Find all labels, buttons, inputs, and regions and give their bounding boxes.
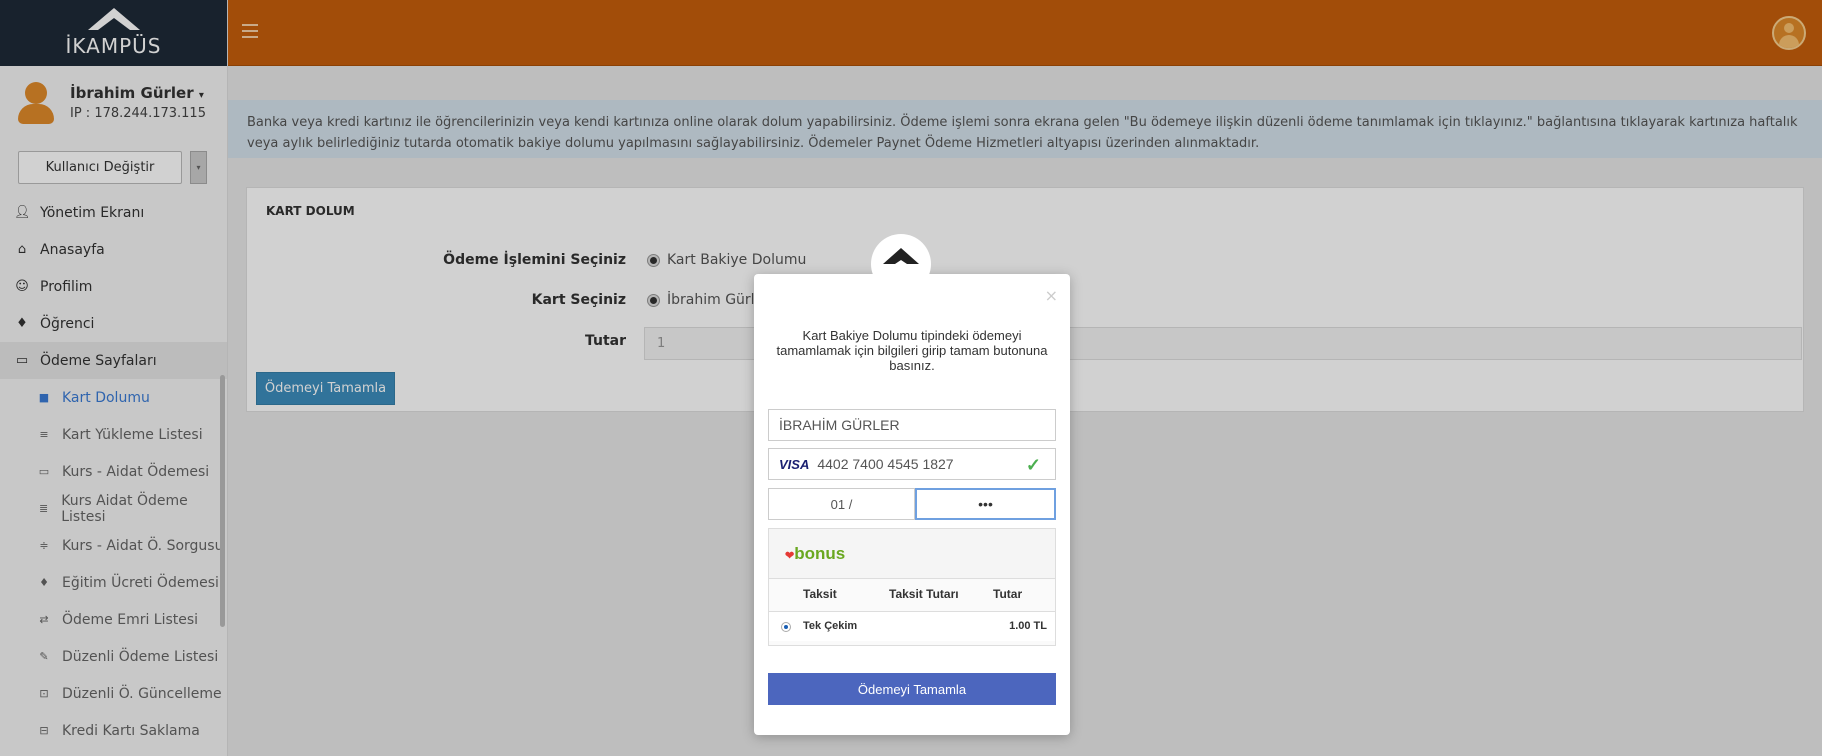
close-icon[interactable]: ×	[1045, 286, 1058, 305]
payment-modal: × Kart Bakiye Dolumu tipindeki ödemeyi t…	[754, 274, 1070, 735]
total-header: Tutar	[993, 587, 1023, 601]
installment-amount-header: Taksit Tutarı	[889, 587, 959, 601]
modal-description: Kart Bakiye Dolumu tipindeki ödemeyi tam…	[776, 328, 1048, 373]
installment-radio[interactable]	[781, 622, 791, 632]
installment-row[interactable]: Tek Çekim 1.00 TL	[769, 611, 1055, 641]
visa-logo-icon: VISA	[779, 456, 810, 472]
modal-complete-payment-button[interactable]: Ödemeyi Tamamla	[768, 673, 1056, 705]
modal-brand-logo-icon	[871, 234, 931, 294]
bonus-logo-icon: ❤bonus	[785, 543, 846, 563]
card-number-input[interactable]: VISA 4402 7400 4545 1827 ✓	[768, 448, 1056, 480]
installment-name: Tek Çekim	[803, 620, 858, 632]
card-number-value: 4402 7400 4545 1827	[817, 456, 954, 472]
expiry-month-input[interactable]: 01 /	[768, 488, 915, 520]
bonus-header: ❤bonus	[769, 529, 1055, 579]
installment-box: ❤bonus Taksit Taksit Tutarı Tutar Tek Çe…	[768, 528, 1056, 646]
installment-header: Taksit	[803, 587, 837, 601]
card-holder-input[interactable]: İBRAHİM GÜRLER	[768, 409, 1056, 441]
checkmark-icon: ✓	[1025, 455, 1041, 475]
cvv-input[interactable]: •••	[915, 488, 1056, 520]
installment-total: 1.00 TL	[1009, 620, 1047, 632]
